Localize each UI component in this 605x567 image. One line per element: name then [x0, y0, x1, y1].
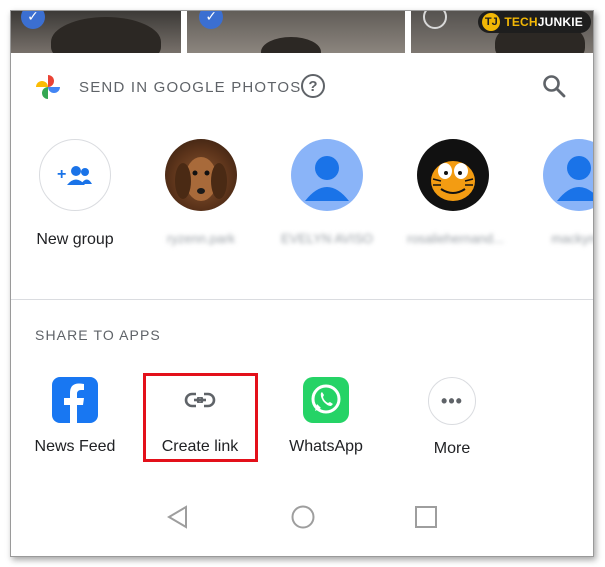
- techjunkie-logo-icon: TJ: [482, 13, 501, 31]
- contact-name: mackyme: [551, 231, 593, 246]
- home-icon[interactable]: [291, 505, 315, 529]
- selected-check-icon[interactable]: ✓: [199, 11, 224, 29]
- contact-item[interactable]: ryzenn.park: [155, 139, 247, 246]
- contact-item[interactable]: mackyme: [533, 139, 593, 246]
- default-person-icon: [291, 139, 363, 211]
- photo-thumbnail[interactable]: ✓: [187, 11, 405, 53]
- facebook-icon: [52, 377, 98, 423]
- share-sheet-window: ✓ ✓ TJ TECHJUNKIE SEND IN GOOGLE PHOTOS …: [10, 10, 594, 557]
- svg-text:+: +: [57, 166, 66, 183]
- unselected-circle-icon[interactable]: [422, 11, 447, 29]
- contact-name: New group: [36, 231, 114, 248]
- contact-name: EVELYN AVISO: [281, 231, 374, 246]
- search-icon[interactable]: [541, 73, 567, 99]
- create-link-highlight-box: [143, 373, 258, 462]
- app-label: News Feed: [34, 438, 116, 455]
- back-icon[interactable]: [166, 505, 190, 529]
- contact-item[interactable]: EVELYN AVISO: [281, 139, 373, 246]
- contact-name: ryzenn.park: [167, 231, 235, 246]
- app-label: More: [433, 440, 471, 457]
- garfield-avatar: [417, 139, 489, 211]
- default-person-icon: [543, 139, 593, 211]
- contact-name: rosaliehernand...: [407, 231, 504, 246]
- app-label: WhatsApp: [289, 438, 363, 455]
- section-divider: [11, 299, 593, 300]
- contact-item[interactable]: rosaliehernand...: [407, 139, 504, 246]
- photo-thumbnail[interactable]: ✓: [11, 11, 182, 53]
- watermark-prefix: TECH: [504, 15, 538, 29]
- dachshund-avatar: [165, 139, 237, 211]
- share-title: SEND IN GOOGLE PHOTOS: [79, 79, 302, 96]
- whatsapp-icon: [303, 377, 349, 423]
- share-header: SEND IN GOOGLE PHOTOS ?: [11, 53, 593, 115]
- help-icon[interactable]: ?: [301, 74, 325, 98]
- app-whatsapp[interactable]: WhatsApp: [271, 377, 381, 456]
- add-group-icon: +: [39, 139, 111, 211]
- app-news-feed[interactable]: News Feed: [20, 377, 130, 456]
- watermark-suffix: JUNKIE: [537, 15, 583, 29]
- contact-new-group[interactable]: + New group: [29, 139, 121, 249]
- recents-icon[interactable]: [414, 505, 438, 529]
- share-to-apps-heading: SHARE TO APPS: [35, 327, 161, 343]
- selected-check-icon[interactable]: ✓: [21, 11, 45, 29]
- more-icon: •••: [428, 377, 476, 425]
- techjunkie-watermark: TJ TECHJUNKIE: [478, 11, 591, 33]
- google-photos-pinwheel-icon: [36, 75, 60, 99]
- app-more[interactable]: ••• More: [397, 377, 507, 458]
